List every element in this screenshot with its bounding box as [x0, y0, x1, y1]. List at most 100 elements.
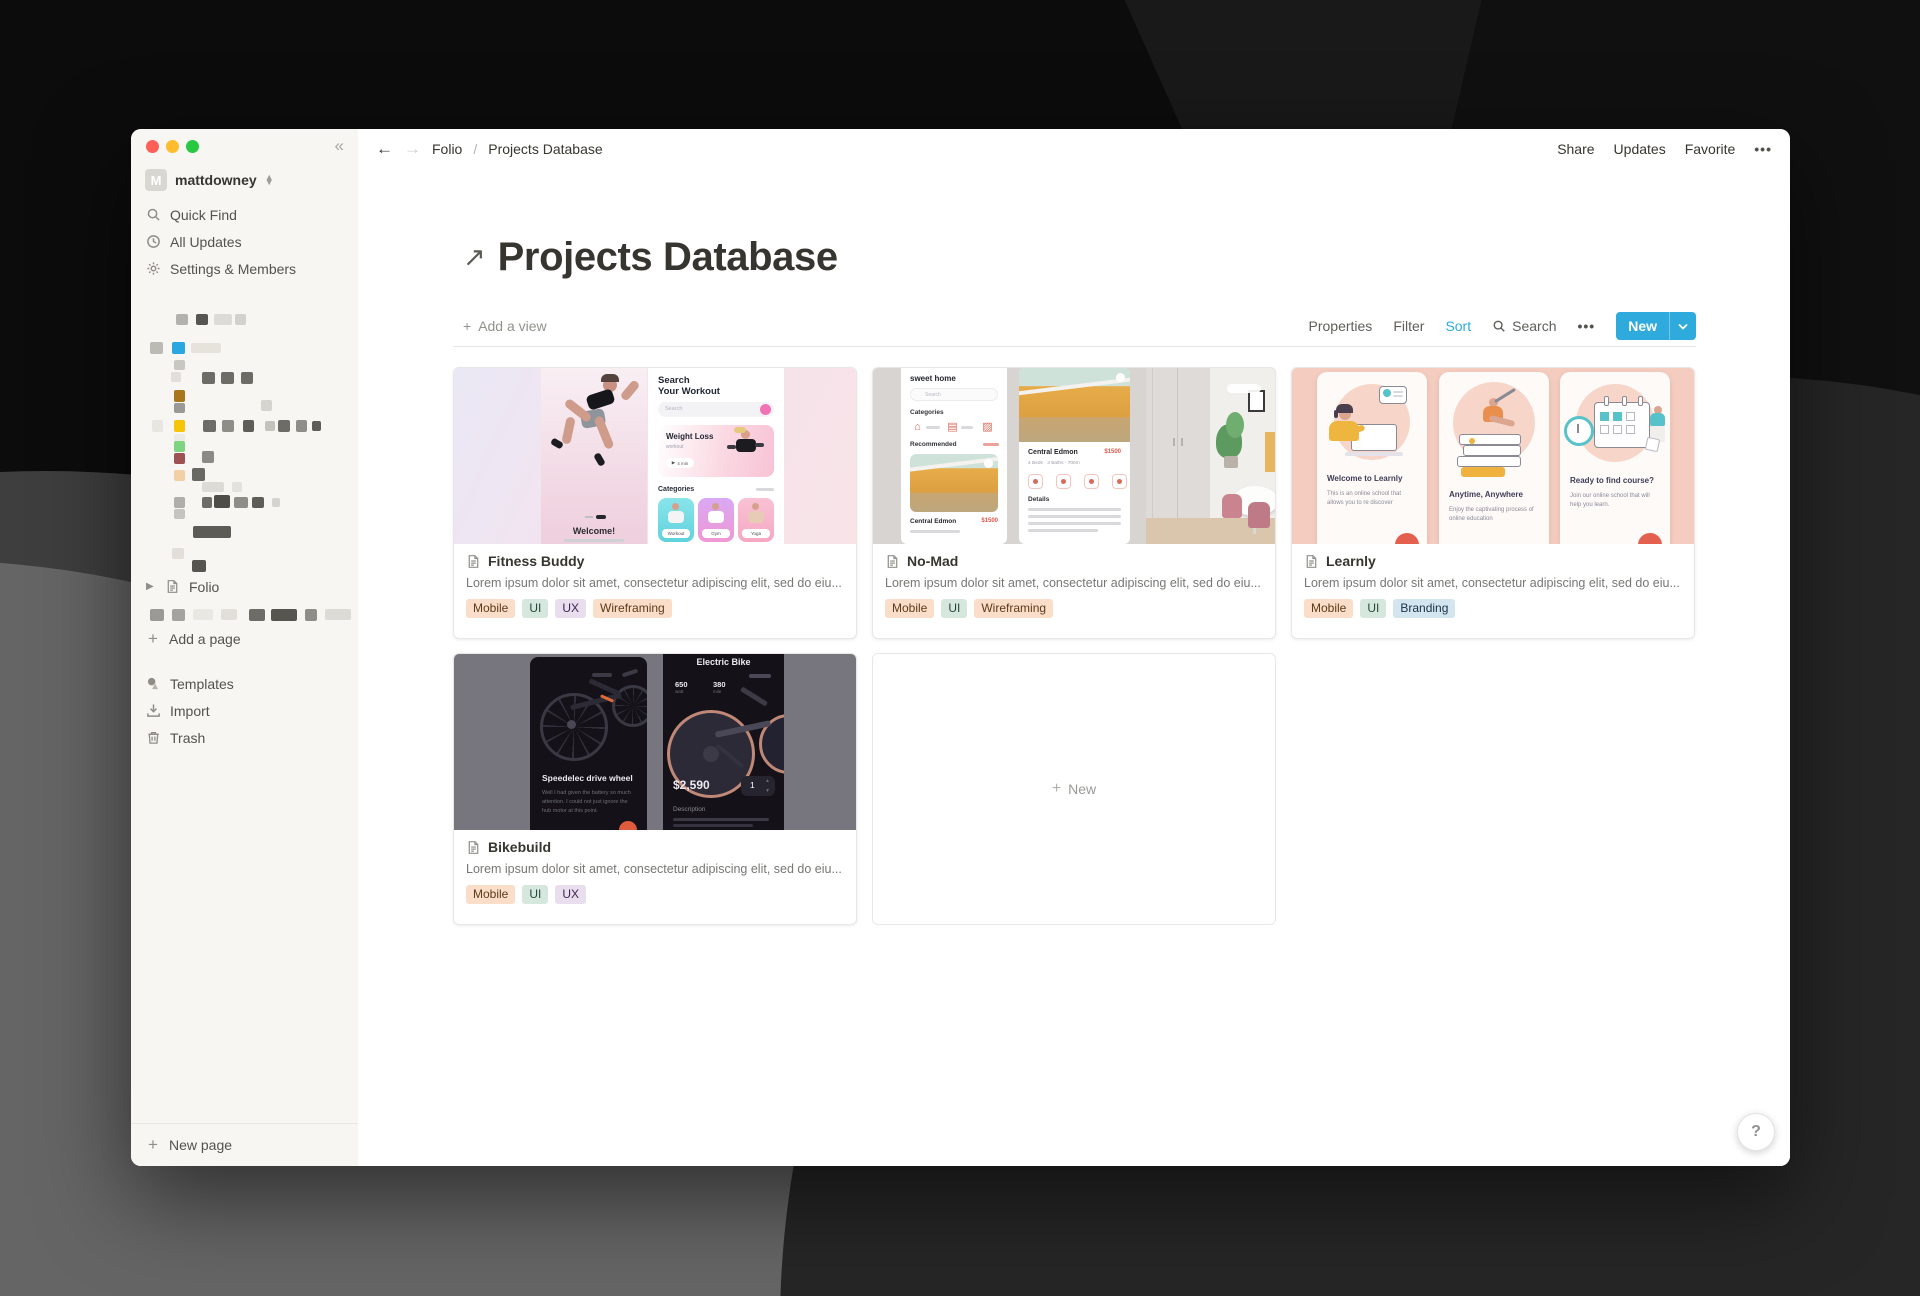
search-field: Search [658, 402, 774, 417]
sidebar-item-all-updates[interactable]: All Updates [131, 228, 358, 255]
product-title: Speedelec drive wheel [542, 773, 633, 783]
category-pill: Workout [662, 529, 690, 538]
chevron-right-icon[interactable]: ▶ [146, 581, 156, 592]
sidebar-item-import[interactable]: Import [131, 697, 358, 724]
new-button[interactable]: New [1616, 312, 1696, 340]
sidebar-item-folio[interactable]: ▶ Folio [131, 573, 358, 600]
sidebar-item-label: Folio [189, 579, 219, 595]
add-a-view-button[interactable]: + Add a view [453, 318, 547, 334]
notion-window: « M mattdowney ▲▼ Quick Find All Updates… [131, 129, 1790, 1166]
sidebar-new-page[interactable]: + New page [131, 1123, 358, 1166]
plus-icon: + [463, 318, 471, 334]
minimize-window-button[interactable] [166, 140, 179, 153]
sidebar-skeleton-block [150, 609, 164, 621]
sidebar-skeleton-block [150, 342, 163, 354]
new-dropdown-chevron[interactable] [1669, 312, 1696, 340]
close-window-button[interactable] [146, 140, 159, 153]
page-title[interactable]: Projects Database [498, 235, 838, 280]
zoom-window-button[interactable] [186, 140, 199, 153]
breadcrumb-current[interactable]: Projects Database [488, 141, 602, 157]
workspace-switcher[interactable]: M mattdowney ▲▼ [145, 169, 274, 191]
house-photo [910, 454, 998, 512]
phone-screen: sweet home Search Categories ⌂ ▤ ▨ Recom… [901, 368, 1007, 544]
card-description: Lorem ipsum dolor sit amet, consectetur … [885, 576, 1263, 590]
sidebar-skeleton-block [243, 420, 254, 432]
page-icon [1304, 554, 1319, 569]
tag-ui: UI [522, 599, 548, 618]
page-icon [165, 579, 180, 594]
help-button[interactable]: ? [1737, 1113, 1775, 1151]
card-title: No-Mad [907, 553, 958, 569]
sidebar-item-settings-members[interactable]: Settings & Members [131, 255, 358, 282]
next-button [1395, 533, 1419, 544]
phone-screen: Electric Bike 650 watt 380 mile [663, 654, 784, 830]
play-pill: ▶4 min [666, 458, 694, 468]
tag-wireframing: Wireframing [974, 599, 1053, 618]
search-label: Search [1512, 318, 1556, 334]
sidebar-skeleton-block [312, 421, 321, 431]
card-description: Lorem ipsum dolor sit amet, consectetur … [466, 576, 844, 590]
card-description: Lorem ipsum dolor sit amet, consectetur … [1304, 576, 1682, 590]
window-controls [146, 140, 199, 153]
sidebar-skeleton-block [202, 482, 224, 492]
card-bikebuild[interactable]: Speedelec drive wheel Well I had given t… [453, 653, 857, 925]
properties-button[interactable]: Properties [1309, 318, 1373, 334]
card-fitness-buddy[interactable]: → Welcome! SearchYour Workout Search Wei… [453, 367, 857, 639]
sidebar-collapse-icon[interactable]: « [335, 136, 344, 156]
tag-mobile: Mobile [1304, 599, 1353, 618]
view-options-icon[interactable]: ••• [1577, 318, 1595, 334]
sidebar-skeleton-block [222, 420, 234, 432]
category-pill: Yoga [742, 529, 770, 538]
updates-button[interactable]: Updates [1614, 141, 1666, 157]
tag-ui: UI [1360, 599, 1386, 618]
sidebar-skeleton-block [271, 609, 297, 621]
categories-label: Categories [910, 409, 944, 416]
breadcrumb: ← → Folio / Projects Database [376, 139, 603, 159]
sidebar-skeleton-block [305, 609, 317, 621]
new-item-label: New [1068, 781, 1096, 797]
filter-button[interactable]: Filter [1393, 318, 1424, 334]
card-title: Bikebuild [488, 839, 551, 855]
overlay-pill [1227, 384, 1261, 393]
sidebar-skeleton-block [174, 453, 185, 464]
gallery-new-item-card[interactable]: + New [872, 653, 1276, 925]
breadcrumb-parent[interactable]: Folio [432, 141, 462, 157]
card-learnly[interactable]: Welcome to Learnly This is an online sch… [1291, 367, 1695, 639]
gallery-grid: → Welcome! SearchYour Workout Search Wei… [453, 367, 1696, 925]
quantity-stepper: 1 ▲ ▼ [741, 776, 775, 796]
plus-icon: + [1052, 780, 1061, 798]
sidebar-skeleton-block [193, 526, 231, 538]
breadcrumb-separator: / [473, 141, 477, 157]
main-area: ← → Folio / Projects Database Share Upda… [358, 129, 1790, 1166]
card-no-mad[interactable]: sweet home Search Categories ⌂ ▤ ▨ Recom… [872, 367, 1276, 639]
sidebar-skeleton-block [235, 314, 246, 325]
workspace-name: mattdowney [175, 172, 257, 188]
sort-button[interactable]: Sort [1445, 318, 1471, 334]
more-options-icon[interactable]: ••• [1754, 141, 1772, 157]
sidebar-item-templates[interactable]: Templates [131, 670, 358, 697]
sidebar-skeleton-block [202, 372, 215, 384]
phone-screen: Speedelec drive wheel Well I had given t… [530, 657, 647, 830]
tag-ux: UX [555, 885, 586, 904]
search-button[interactable]: Search [1492, 318, 1556, 334]
forward-arrow-icon[interactable]: → [404, 139, 421, 159]
sidebar-item-trash[interactable]: Trash [131, 724, 358, 751]
share-button[interactable]: Share [1557, 141, 1594, 157]
search-icon [1492, 319, 1506, 333]
tag-ux: UX [555, 599, 586, 618]
top-actions: Share Updates Favorite ••• [1557, 141, 1772, 157]
sidebar-skeleton-block [296, 420, 307, 432]
sidebar-skeleton-block [152, 420, 163, 432]
plus-icon: + [146, 629, 160, 649]
back-arrow-icon[interactable]: ← [376, 139, 393, 159]
sidebar-item-quick-find[interactable]: Quick Find [131, 201, 358, 228]
card-title: Fitness Buddy [488, 553, 584, 569]
card-description: Lorem ipsum dolor sit amet, consectetur … [466, 862, 844, 876]
listing-name: Central Edmon [1028, 449, 1078, 456]
page-icon [466, 840, 481, 855]
sidebar-item-label: Trash [170, 730, 205, 746]
views-toolbar: + Add a view Properties Filter Sort Sear… [453, 306, 1696, 347]
sidebar-add-a-page[interactable]: + Add a page [131, 625, 358, 652]
favorite-button[interactable]: Favorite [1685, 141, 1736, 157]
cta-button [619, 821, 637, 830]
